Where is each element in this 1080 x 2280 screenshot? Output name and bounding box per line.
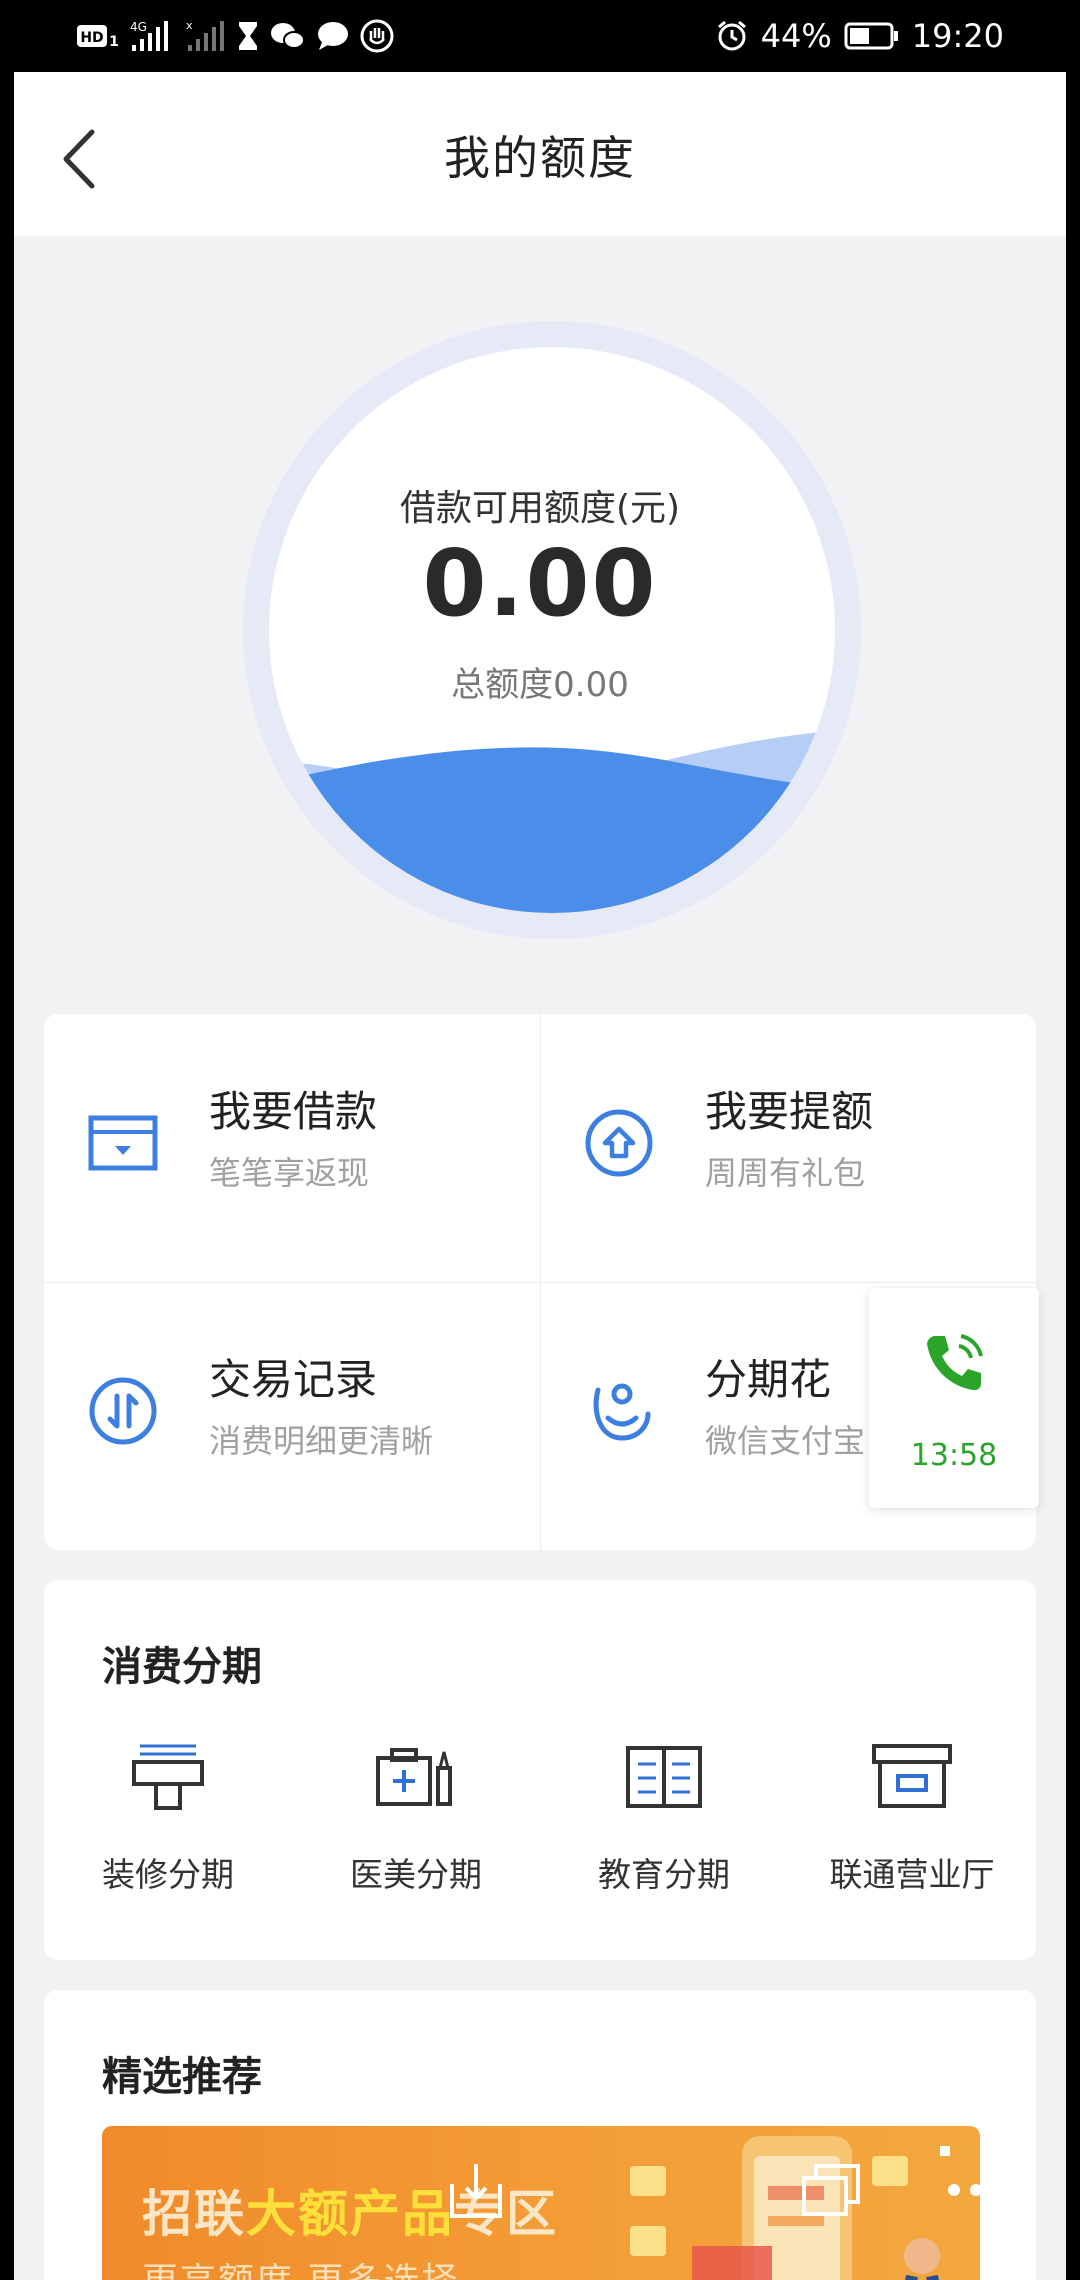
- action-transactions[interactable]: 交易记录 消费明细更清晰: [44, 1282, 540, 1550]
- banner-illustration: [630, 2136, 950, 2280]
- action-title: 交易记录: [209, 1355, 378, 1404]
- more-icon: [948, 2184, 1004, 2196]
- svg-text:x: x: [186, 19, 193, 32]
- action-subtitle: 笔笔享返现: [209, 1154, 370, 1192]
- action-subtitle: 消费明细更清晰: [209, 1422, 434, 1460]
- medical-beauty-icon: [376, 1748, 452, 1806]
- status-icons-left: HD 1 4G x: [76, 16, 394, 56]
- installment-unicom-store[interactable]: 联通营业厅: [788, 1730, 1036, 1920]
- wallet-icon: [88, 1115, 158, 1171]
- chat-bubble-icon: [316, 19, 350, 53]
- status-bar: HD 1 4G x 44% 19:20: [0, 0, 1080, 72]
- quota-value: 0.00: [422, 530, 658, 637]
- hand-icon: [360, 19, 394, 53]
- renovation-icon: [132, 1744, 204, 1810]
- quota-label: 借款可用额度(元): [399, 488, 681, 529]
- installment-section: 消费分期 装修分期 医美分期 教育分期 联通营业厅: [44, 1580, 1036, 1960]
- action-borrow[interactable]: 我要借款 笔笔享返现: [44, 1014, 540, 1282]
- section-title: 精选推荐: [102, 2054, 262, 2100]
- banner-subtitle: 更高额度 更多选择: [142, 2252, 459, 2280]
- wechat-icon: [270, 19, 306, 53]
- app-screen: 我的额度 借款可用额度(元) 0.00 总额度0.00 我要借款 笔笔享返现 我…: [14, 72, 1066, 2280]
- action-title: 我要借款: [209, 1087, 378, 1136]
- section-title: 消费分期: [102, 1644, 262, 1690]
- installment-label: 联通营业厅: [829, 1855, 995, 1894]
- call-floating-button[interactable]: 13:58: [869, 1288, 1039, 1508]
- action-subtitle: 周周有礼包: [705, 1154, 866, 1192]
- action-raise-limit[interactable]: 我要提额 周周有礼包: [540, 1014, 1036, 1282]
- nav-header: 我的额度: [14, 72, 1066, 236]
- action-title: 分期花: [705, 1355, 832, 1404]
- installment-label: 教育分期: [598, 1855, 730, 1894]
- quota-total: 总额度0.00: [451, 665, 629, 705]
- action-title: 我要提额: [705, 1087, 874, 1136]
- call-duration: 13:58: [910, 1438, 998, 1473]
- recommend-section: 精选推荐 招联大额产品专区 更高额度 更多选择: [44, 1990, 1036, 2280]
- status-icons-right: 44% 19:20: [715, 14, 1004, 58]
- phone-icon: [927, 1334, 983, 1391]
- banner-title-highlight: 大额产品: [246, 2185, 454, 2243]
- education-book-icon: [626, 1746, 702, 1808]
- alarm-icon: [715, 19, 749, 53]
- installment-label: 装修分期: [102, 1855, 234, 1894]
- signal-4g-icon: 4G: [130, 19, 176, 53]
- installment-medical-beauty[interactable]: 医美分期: [292, 1730, 540, 1920]
- svg-text:4G: 4G: [130, 20, 147, 34]
- hourglass-icon: [236, 19, 260, 53]
- battery-percent: 44%: [760, 17, 832, 55]
- download-icon: [450, 2164, 502, 2218]
- svg-text:1: 1: [109, 34, 119, 50]
- transactions-icon: [89, 1377, 157, 1445]
- windows-icon: [802, 2164, 860, 2216]
- battery-icon: [844, 19, 900, 53]
- download-button[interactable]: [446, 2160, 506, 2220]
- page-title: 我的额度: [444, 131, 636, 185]
- raise-limit-icon: [585, 1109, 653, 1177]
- svg-text:HD: HD: [80, 30, 103, 46]
- installment-pay-icon: [593, 1383, 651, 1441]
- more-button[interactable]: [944, 2170, 1008, 2210]
- installment-education[interactable]: 教育分期: [540, 1730, 788, 1920]
- windows-button[interactable]: [800, 2160, 864, 2220]
- store-box-icon: [872, 1744, 952, 1808]
- installment-label: 医美分期: [350, 1855, 482, 1894]
- action-subtitle: 微信支付宝: [705, 1422, 866, 1460]
- signal-icon: x: [186, 19, 226, 53]
- installment-renovation[interactable]: 装修分期: [44, 1730, 292, 1920]
- hd-icon: HD 1: [76, 19, 120, 53]
- clock-time: 19:20: [911, 17, 1004, 55]
- banner-title-part: 招联: [142, 2185, 246, 2243]
